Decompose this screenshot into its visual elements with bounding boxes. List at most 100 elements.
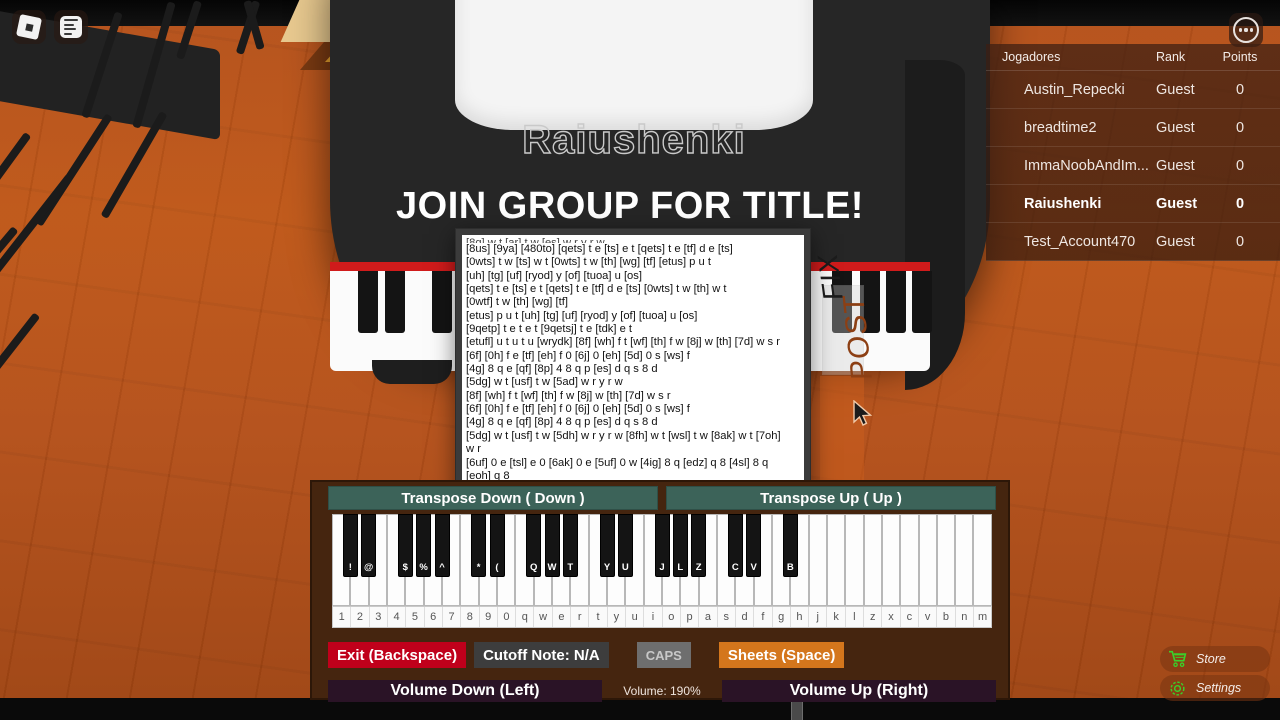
chat-button[interactable]	[54, 10, 88, 44]
volume-row: Volume Down (Left) Volume: 190% Volume U…	[328, 680, 996, 702]
piano-black-key[interactable]: L	[672, 514, 688, 577]
piano-key-letter[interactable]: b	[937, 607, 956, 627]
player-rank: Guest	[1156, 157, 1195, 174]
piano-key-letter: $	[402, 562, 408, 573]
piano-key-letter[interactable]: 4	[388, 607, 407, 627]
piano-key-letter[interactable]: y	[608, 607, 626, 627]
column-header-rank: Rank	[1156, 50, 1186, 64]
piano-key-letter[interactable]: o	[663, 607, 681, 627]
piano-key-letter[interactable]: c	[901, 607, 919, 627]
table-row[interactable]: ImmaNoobAndIm... Guest 0	[986, 147, 1280, 185]
piano-key-letter[interactable]: h	[791, 607, 810, 627]
piano-black-key[interactable]: Q	[526, 514, 542, 577]
sheet-line: [etus] p u t [uh] [tg] [uf] [ryod] y [of…	[466, 309, 698, 322]
sign-fix-label: FIX	[811, 253, 849, 300]
more-options-button[interactable]	[1229, 13, 1263, 47]
volume-up-button[interactable]: Volume Up (Right)	[721, 680, 996, 702]
piano-key-letter[interactable]: q	[516, 607, 535, 627]
sheet-line: [etufl] u t u t u [wrydk] [8f] [wh] f t …	[466, 336, 780, 349]
piano-black-key[interactable]: !	[342, 514, 358, 577]
piano-key-letter[interactable]: m	[974, 607, 991, 627]
piano-key-letter[interactable]: e	[553, 607, 572, 627]
piano-key-letter[interactable]: f	[754, 607, 773, 627]
piano-black-key[interactable]: %	[416, 514, 432, 577]
piano-key-letter[interactable]: k	[827, 607, 846, 627]
piano-key-letter[interactable]: i	[644, 607, 663, 627]
piano-key-letter[interactable]: w	[534, 607, 553, 627]
piano-black-key[interactable]: J	[654, 514, 670, 577]
piano-key-letter[interactable]: z	[864, 607, 883, 627]
player-points: 0	[1235, 233, 1245, 250]
transpose-row: Transpose Down ( Down ) Transpose Up ( U…	[328, 486, 996, 510]
piano-key-letter[interactable]: 9	[480, 607, 498, 627]
piano-black-key	[358, 271, 378, 333]
volume-down-button[interactable]: Volume Down (Left)	[328, 680, 602, 702]
piano-key-letter: V	[750, 562, 757, 573]
piano-black-key[interactable]: B	[782, 514, 798, 577]
piano-key-letter[interactable]: d	[736, 607, 755, 627]
piano-key-letter[interactable]: 0	[498, 607, 517, 627]
player-points: 0	[1235, 195, 1245, 212]
store-button[interactable]: Store	[1160, 646, 1270, 672]
piano-key-letter: ^	[439, 562, 445, 573]
piano-key-letter[interactable]: 6	[425, 607, 443, 627]
piano-key-letter[interactable]: r	[571, 607, 590, 627]
piano-key-letter[interactable]: t	[589, 607, 608, 627]
piano-key-letter[interactable]: n	[956, 607, 974, 627]
piano-key-letter[interactable]: 2	[351, 607, 370, 627]
piano-key-letter: @	[364, 562, 374, 573]
piano-black-key[interactable]: T	[562, 514, 578, 577]
sheet-line: [4g] 8 q e [qf] [8p] 4 8 q p [es] d q s …	[466, 416, 658, 429]
piano-black-key[interactable]: ^	[434, 514, 450, 577]
piano-black-key[interactable]: W	[544, 514, 560, 577]
transpose-down-button[interactable]: Transpose Down ( Down )	[328, 486, 658, 510]
piano-key-letter[interactable]: x	[882, 607, 901, 627]
piano-black-key[interactable]: *	[471, 514, 487, 577]
roblox-menu-button[interactable]	[12, 10, 46, 44]
piano-black-key[interactable]: Z	[691, 514, 707, 577]
piano-key-letter: Z	[695, 562, 702, 573]
column-header-players: Jogadores	[1002, 50, 1061, 64]
piano-key-letter[interactable]: 3	[370, 607, 388, 627]
piano-black-key[interactable]: U	[617, 514, 633, 577]
piano-black-key[interactable]: @	[361, 514, 377, 577]
piano-black-key[interactable]: Y	[599, 514, 615, 577]
piano-key-letter[interactable]: p	[681, 607, 700, 627]
piano-key-letter[interactable]: a	[699, 607, 718, 627]
piano-black-key[interactable]: $	[397, 514, 413, 577]
piano-key-letter[interactable]: s	[718, 607, 736, 627]
player-rank: Guest	[1156, 119, 1195, 136]
piano-lid	[455, 0, 813, 130]
piano-key-letter[interactable]: 8	[461, 607, 480, 627]
piano-key-letter[interactable]: v	[919, 607, 938, 627]
piano-black-key[interactable]: (	[489, 514, 505, 577]
table-row[interactable]: Test_Account470 Guest 0	[986, 223, 1280, 261]
piano-black-key	[886, 271, 906, 333]
more-options-icon	[1233, 17, 1259, 43]
cutoff-note-button[interactable]: Cutoff Note: N/A	[474, 642, 609, 668]
piano-key-letter[interactable]: 7	[443, 607, 462, 627]
piano-key-letter[interactable]: l	[846, 607, 865, 627]
table-row[interactable]: Austin_Repecki Guest 0	[986, 71, 1280, 109]
caps-button[interactable]: CAPS	[636, 642, 691, 668]
piano-key-letter[interactable]: 1	[333, 607, 352, 627]
store-label: Store	[1196, 652, 1226, 666]
exit-button[interactable]: Exit (Backspace)	[328, 642, 467, 668]
sheets-button[interactable]: Sheets (Space)	[718, 642, 845, 668]
piano-key-letter[interactable]: j	[809, 607, 828, 627]
piano-key-letter: J	[659, 562, 665, 573]
piano-key-letter[interactable]: 5	[406, 607, 425, 627]
piano-black-key[interactable]: V	[746, 514, 762, 577]
sheet-line: [4g] 8 q e [qf] [8p] 4 8 q p [es] d q s …	[466, 363, 658, 376]
table-row[interactable]: breadtime2 Guest 0	[986, 109, 1280, 147]
transpose-up-button[interactable]: Transpose Up ( Up )	[666, 486, 996, 510]
piano-black-key[interactable]: C	[727, 514, 743, 577]
piano-black-key	[912, 271, 932, 333]
action-buttons-row: Exit (Backspace) Cutoff Note: N/A CAPS S…	[328, 642, 996, 668]
settings-button[interactable]: Settings	[1160, 675, 1270, 701]
player-rank: Guest	[1156, 233, 1195, 250]
roblox-logo-icon	[15, 13, 43, 41]
table-row-local-player[interactable]: Raiushenki Guest 0	[986, 185, 1280, 223]
piano-key-letter[interactable]: g	[773, 607, 791, 627]
piano-key-letter[interactable]: u	[626, 607, 645, 627]
